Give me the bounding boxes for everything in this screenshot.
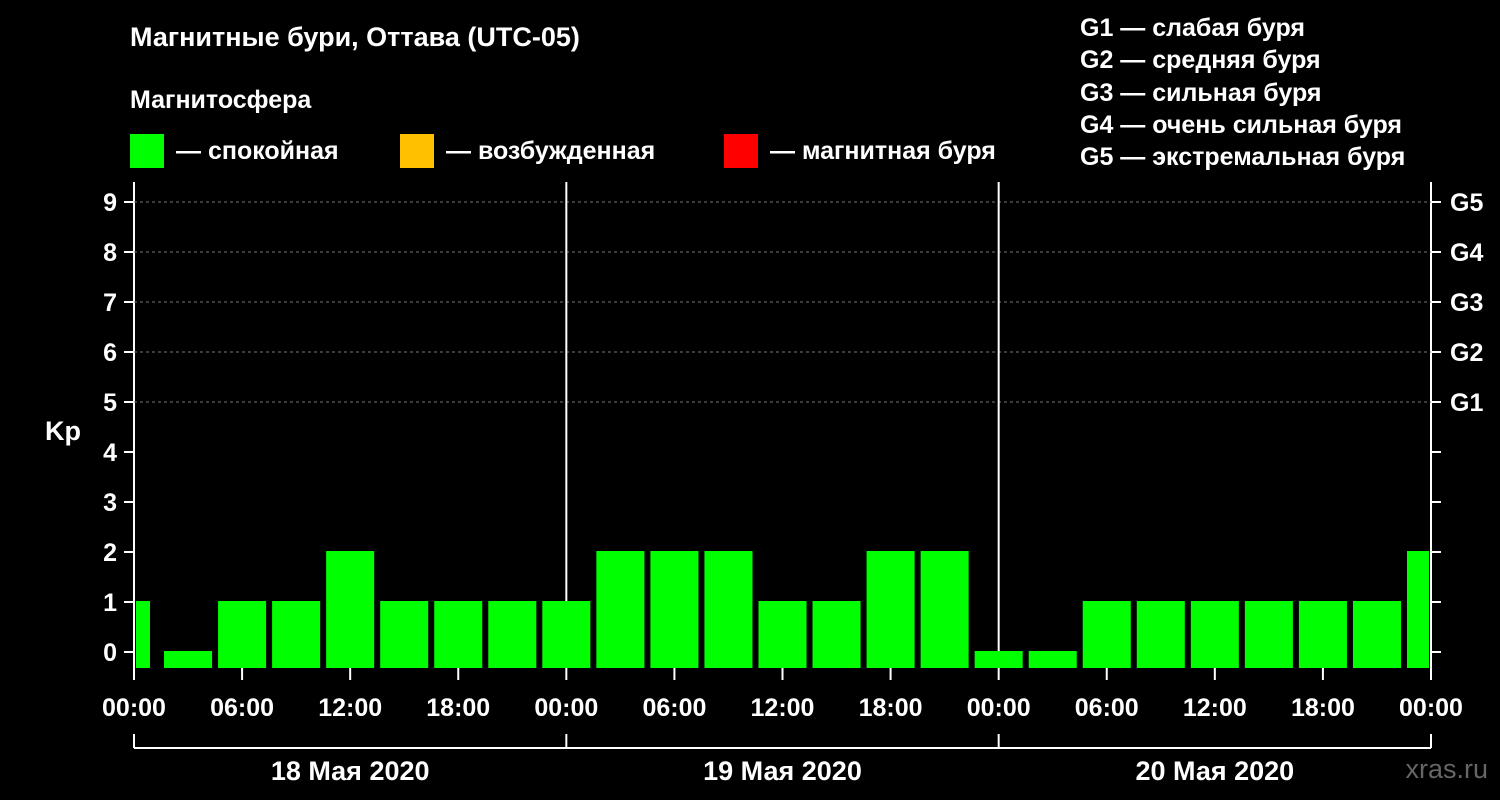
bar xyxy=(488,601,537,668)
y-tick-label-3: 3 xyxy=(103,489,117,517)
kp-chart: 0 1 2 3 4 5 6 7 8 9 G1 G2 G3 G4 G5 Kp 00:00 06:00 12:00 18:… xyxy=(45,182,1483,786)
right-axis-label-g1: G1 xyxy=(1450,389,1483,417)
bar xyxy=(1244,601,1293,668)
bar xyxy=(1406,551,1429,668)
bar xyxy=(974,651,1023,668)
bar xyxy=(542,601,591,668)
bar xyxy=(1298,601,1347,668)
bar xyxy=(920,551,969,668)
bar xyxy=(380,601,429,668)
bar xyxy=(434,601,483,668)
x-tick-label: 18:00 xyxy=(859,694,923,722)
day-label: 19 Мая 2020 xyxy=(703,756,862,786)
x-tick-label: 00:00 xyxy=(102,694,166,722)
day-label: 20 Мая 2020 xyxy=(1135,756,1294,786)
x-tick-label: 00:00 xyxy=(534,694,598,722)
bar xyxy=(1136,601,1185,668)
x-tick-label: 06:00 xyxy=(1075,694,1139,722)
x-tick-label: 00:00 xyxy=(1399,694,1463,722)
y-tick-label-2: 2 xyxy=(103,539,117,567)
y-tick-label-6: 6 xyxy=(103,339,117,367)
right-axis-label-g3: G3 xyxy=(1450,289,1483,317)
y-tick-label-0: 0 xyxy=(103,639,117,667)
bar xyxy=(1082,601,1131,668)
x-tick-label: 18:00 xyxy=(426,694,490,722)
y-axis-label: Kp xyxy=(45,416,81,446)
x-tick-label: 12:00 xyxy=(751,694,815,722)
day-label: 18 Мая 2020 xyxy=(271,756,430,786)
right-axis-label-g4: G4 xyxy=(1450,239,1483,267)
y-tick-label-5: 5 xyxy=(103,389,117,417)
y-tick-label-1: 1 xyxy=(103,589,117,617)
bar xyxy=(326,551,375,668)
bar xyxy=(812,601,861,668)
x-tick-label: 12:00 xyxy=(318,694,382,722)
right-axis-label-g2: G2 xyxy=(1450,339,1483,367)
bar xyxy=(164,651,213,668)
y-tick-label-4: 4 xyxy=(103,439,117,467)
bar xyxy=(272,601,321,668)
watermark: xras.ru xyxy=(1405,754,1488,784)
bar xyxy=(1190,601,1239,668)
x-tick-label: 06:00 xyxy=(210,694,274,722)
bar xyxy=(218,601,267,668)
y-tick-label-7: 7 xyxy=(103,289,117,317)
bar xyxy=(758,601,807,668)
bar xyxy=(1028,651,1077,668)
bar xyxy=(1352,601,1401,668)
x-tick-label: 18:00 xyxy=(1291,694,1355,722)
y-tick-label-9: 9 xyxy=(103,189,117,217)
x-tick-label: 12:00 xyxy=(1183,694,1247,722)
bar xyxy=(136,601,150,668)
x-tick-label: 06:00 xyxy=(642,694,706,722)
right-axis-label-g5: G5 xyxy=(1450,189,1483,217)
bar xyxy=(596,551,645,668)
bar xyxy=(866,551,915,668)
bar xyxy=(704,551,753,668)
x-tick-label: 00:00 xyxy=(967,694,1031,722)
y-tick-label-8: 8 xyxy=(103,239,117,267)
bar xyxy=(650,551,699,668)
